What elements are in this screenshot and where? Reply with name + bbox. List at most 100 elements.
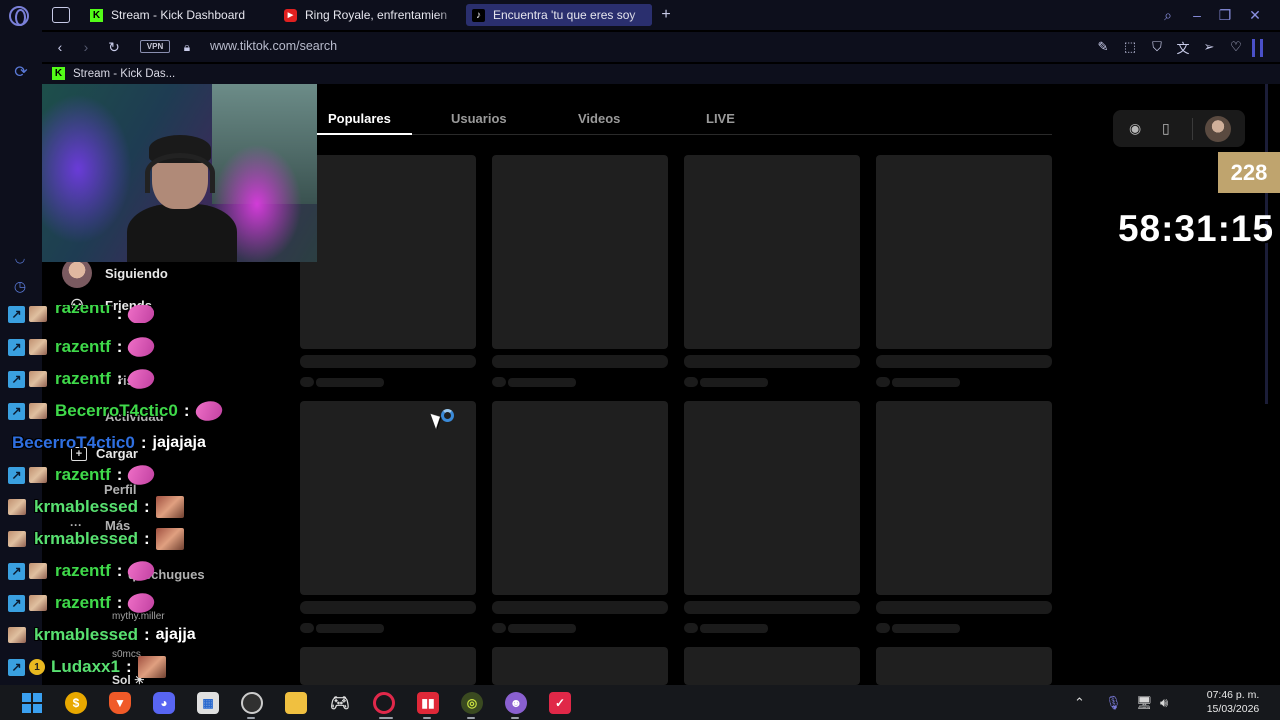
chat-username[interactable]: razentf: [55, 305, 111, 318]
forward-icon[interactable]: ›: [78, 38, 94, 56]
author-skeleton: [508, 624, 576, 633]
author-skeleton: [316, 378, 384, 387]
sidebar-toggle-bar[interactable]: [1252, 39, 1255, 57]
file-explorer-icon[interactable]: [285, 692, 307, 714]
shield-icon[interactable]: ⛉: [1148, 38, 1166, 56]
brave-icon[interactable]: ▼: [109, 692, 131, 714]
chat-message: ↗ 1 Ludaxx1 :: [8, 655, 166, 679]
sidebar-item-following[interactable]: Siguiendo: [62, 258, 168, 288]
obs-icon[interactable]: [241, 692, 263, 714]
opera-gx-icon[interactable]: [373, 692, 395, 714]
tab-tiktok-search[interactable]: ♪ Encuentra 'tu que eres soy: [466, 4, 652, 26]
lock-icon[interactable]: 🔒︎: [180, 39, 194, 55]
tab-live[interactable]: LIVE: [706, 111, 735, 126]
emote-icon: [125, 332, 158, 362]
emote-icon: [125, 460, 158, 490]
caption-skeleton: [492, 355, 668, 368]
tab-populares[interactable]: Populares: [328, 111, 391, 126]
mic-icon[interactable]: 🎙︎: [1105, 695, 1122, 711]
emote-icon: [155, 528, 184, 550]
emote-icon: [125, 364, 158, 394]
reload-icon[interactable]: ↻: [105, 38, 123, 56]
chat-username[interactable]: krmablessed: [34, 529, 138, 549]
restore-icon[interactable]: ❐: [1216, 6, 1234, 24]
minimize-icon[interactable]: –: [1188, 6, 1206, 24]
video-card-skeleton[interactable]: [300, 155, 476, 349]
history-icon[interactable]: ◷: [10, 276, 30, 296]
volume-icon[interactable]: 🔊︎: [1160, 695, 1168, 711]
video-card-skeleton[interactable]: [684, 155, 860, 349]
back-icon[interactable]: ‹: [52, 38, 68, 56]
video-card-skeleton[interactable]: [492, 401, 668, 595]
chat-username[interactable]: Ludaxx1: [51, 657, 120, 677]
visibility-icon[interactable]: ◉: [1129, 120, 1141, 137]
chat-username[interactable]: BecerroT4ctic0: [55, 401, 178, 421]
new-tab-button[interactable]: +: [657, 6, 675, 24]
tab-usuarios[interactable]: Usuarios: [451, 111, 507, 126]
chat-username[interactable]: razentf: [55, 561, 111, 581]
tab-videos[interactable]: Videos: [578, 111, 620, 126]
video-card-skeleton[interactable]: [492, 647, 668, 685]
pin-icon[interactable]: ✎: [1094, 38, 1112, 56]
send-icon[interactable]: ➢: [1200, 38, 1218, 56]
discord-icon[interactable]: ◕: [153, 692, 175, 714]
video-card-skeleton[interactable]: [876, 401, 1052, 595]
device-icon[interactable]: ▯: [1162, 120, 1170, 137]
prime-badge-icon: ↗: [8, 370, 25, 388]
network-icon[interactable]: 🖥︎: [1136, 695, 1153, 711]
webcam-overlay: [42, 84, 317, 262]
author-skeleton: [700, 378, 768, 387]
chat-username[interactable]: razentf: [55, 465, 111, 485]
gift-badge-icon: 1: [29, 659, 45, 675]
heart-icon[interactable]: ♡: [1227, 38, 1245, 56]
search-tabs-icon[interactable]: ⌕: [1158, 6, 1178, 24]
sidebar-toggle-bar-2[interactable]: [1260, 39, 1263, 57]
chat-username[interactable]: razentf: [55, 593, 111, 613]
tab-kick-dashboard[interactable]: K Stream - Kick Dashboard: [84, 4, 270, 26]
avatar-skeleton: [876, 623, 890, 633]
avatar[interactable]: [1205, 116, 1231, 142]
video-card-skeleton[interactable]: [684, 647, 860, 685]
video-card-skeleton[interactable]: [876, 647, 1052, 685]
refresh-sidebar-icon[interactable]: ⟳: [10, 61, 32, 83]
chat-app-icon[interactable]: ☻: [505, 692, 527, 714]
chat-text: jajajaja: [152, 434, 206, 451]
snapshot-icon[interactable]: ⬚: [1121, 38, 1139, 56]
streaming-app-icon[interactable]: ▮▮: [417, 692, 439, 714]
avatar-skeleton: [492, 623, 506, 633]
store-icon[interactable]: ▦: [197, 692, 219, 714]
bookmark-kick-dashboard[interactable]: K Stream - Kick Das...: [52, 67, 175, 80]
caption-skeleton: [300, 601, 476, 614]
opera-menu-icon[interactable]: [9, 6, 29, 26]
vpn-badge[interactable]: VPN: [140, 40, 170, 53]
sidebar-app-icon[interactable]: ◡: [10, 250, 30, 266]
chat-username[interactable]: razentf: [55, 369, 111, 389]
translate-icon[interactable]: 文: [1174, 38, 1192, 56]
xbox-icon[interactable]: 🎮︎: [329, 692, 351, 714]
author-skeleton: [700, 624, 768, 633]
video-card-skeleton[interactable]: [300, 647, 476, 685]
video-card-skeleton[interactable]: [876, 155, 1052, 349]
subathon-timer: 58:31:15: [1117, 208, 1275, 249]
chat-username[interactable]: razentf: [55, 337, 111, 357]
clock-date: 15/03/2026: [1206, 703, 1260, 715]
close-icon[interactable]: ✕: [1246, 6, 1264, 24]
chat-username[interactable]: krmablessed: [34, 497, 138, 517]
chevron-up-icon[interactable]: ⌃: [1074, 695, 1085, 711]
coin-app-icon[interactable]: $: [65, 692, 87, 714]
tab-workspace-icon[interactable]: [52, 7, 70, 23]
chat-message: ↗ razentf :: [8, 460, 158, 490]
kick-studio-icon[interactable]: ✓: [549, 692, 571, 714]
game-icon[interactable]: ◎: [461, 692, 483, 714]
emote-icon: [137, 656, 166, 678]
video-card-skeleton[interactable]: [684, 401, 860, 595]
windows-start-icon[interactable]: [21, 692, 43, 714]
url-field[interactable]: www.tiktok.com/search: [210, 39, 337, 53]
system-clock[interactable]: 07:46 p. m. 15/03/2026: [1188, 688, 1278, 716]
video-card-skeleton[interactable]: [300, 401, 476, 595]
chat-username[interactable]: krmablessed: [34, 625, 138, 645]
tab-youtube-ring-royale[interactable]: ▶ Ring Royale, enfrentamien: [278, 4, 458, 26]
prime-badge-icon: ↗: [8, 594, 25, 612]
chat-username[interactable]: BecerroT4ctic0: [12, 433, 135, 453]
video-card-skeleton[interactable]: [492, 155, 668, 349]
